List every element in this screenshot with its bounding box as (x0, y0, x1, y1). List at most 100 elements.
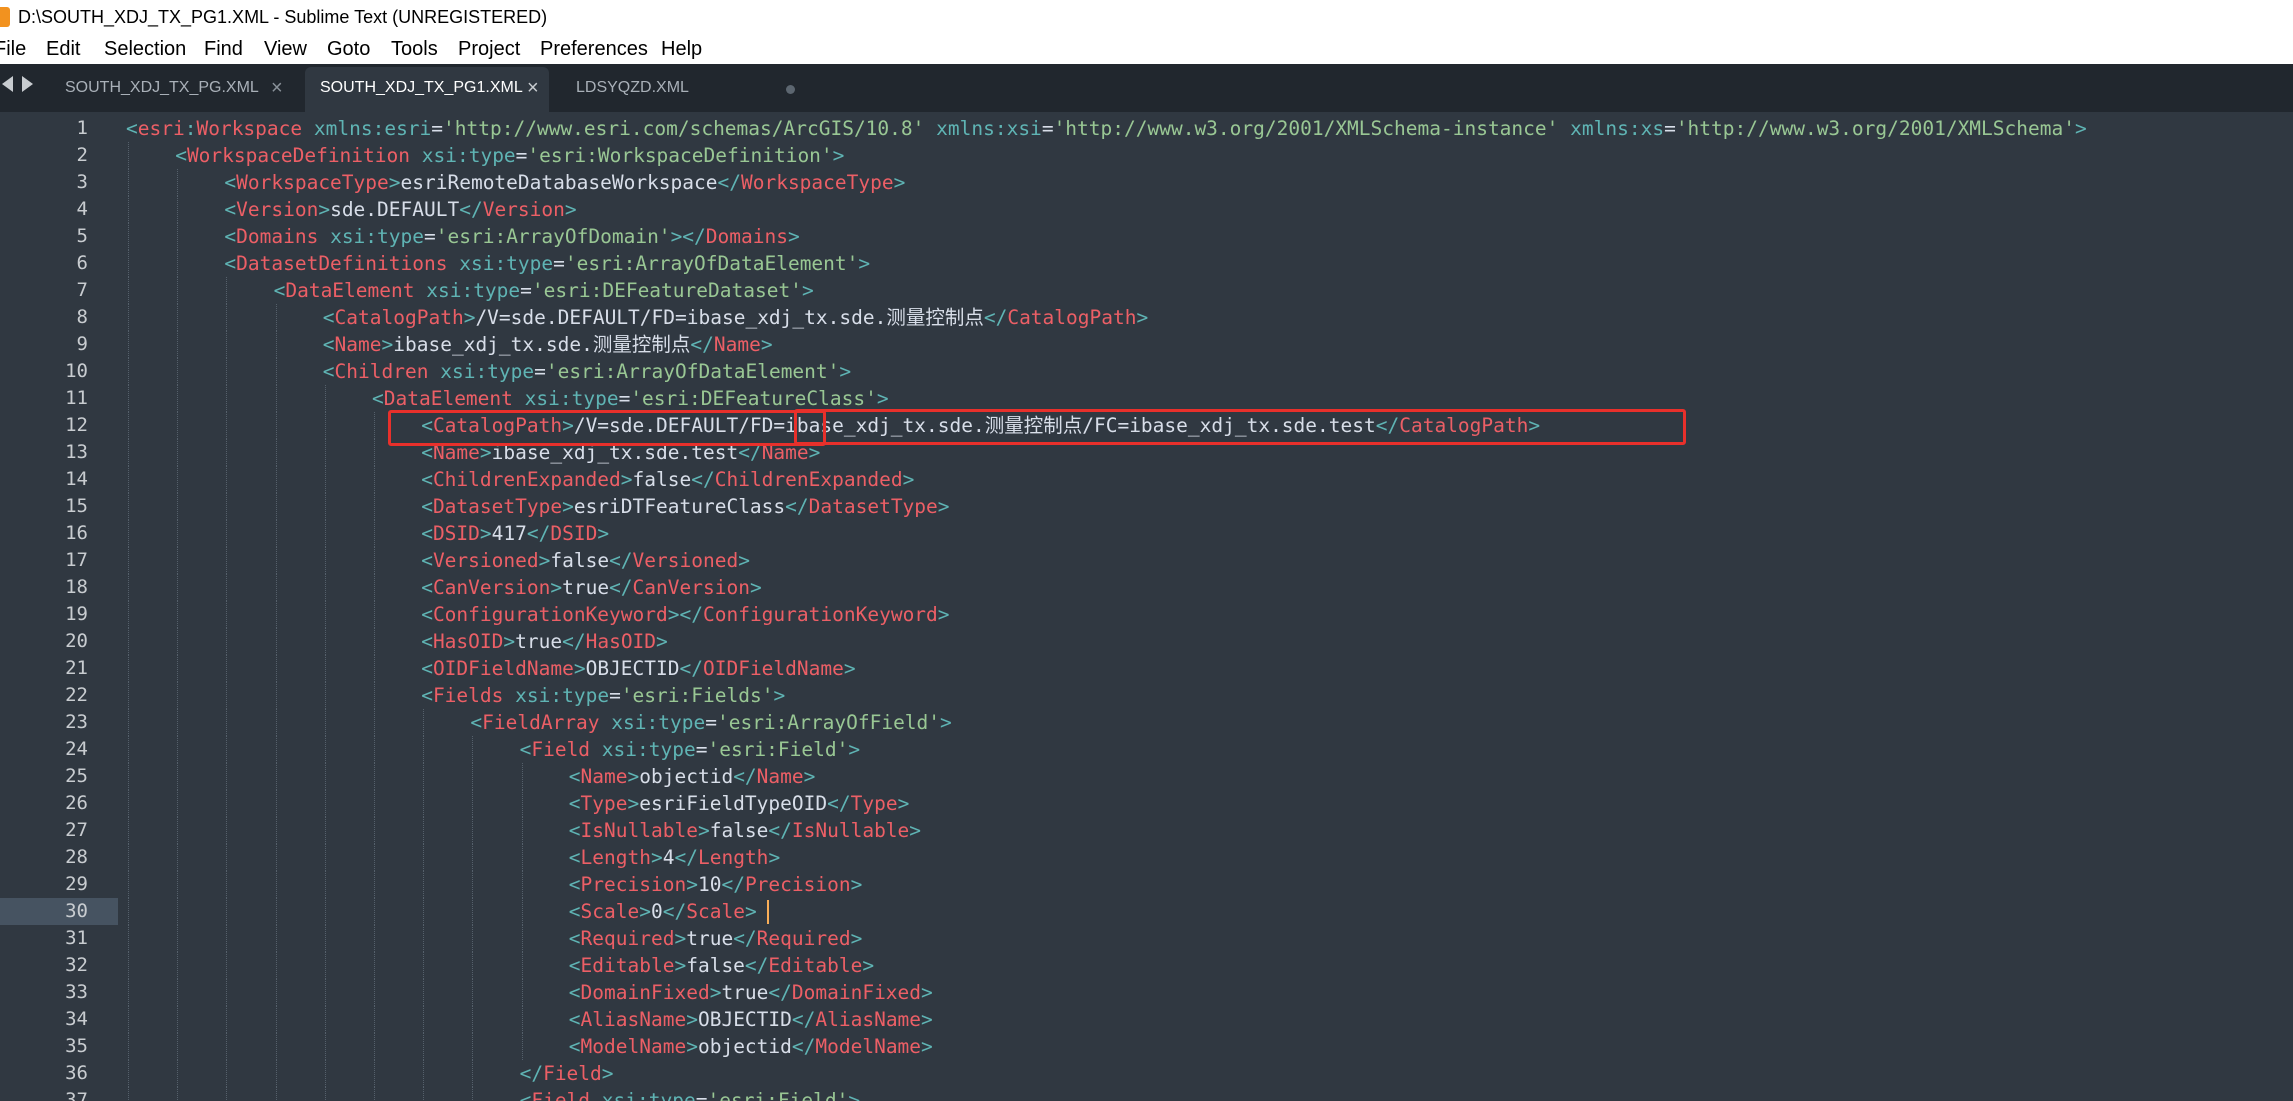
code-area[interactable]: <esri:Workspace xmlns:esri='http://www.e… (126, 112, 2293, 1101)
token-br: </ (519, 1062, 544, 1085)
code-line[interactable]: <esri:Workspace xmlns:esri='http://www.e… (126, 115, 2087, 142)
code-line[interactable]: <Domains xsi:type='esri:ArrayOfDomain'><… (224, 223, 799, 250)
unsaved-dot-icon[interactable] (786, 85, 795, 94)
token-eq: = (695, 738, 708, 761)
indent-guide (128, 952, 129, 979)
tab-south-xdj-tx-pg1[interactable]: SOUTH_XDJ_TX_PG1.XML × (305, 67, 549, 112)
menu-selection[interactable]: Selection (104, 34, 186, 64)
indent-guide (275, 1006, 277, 1033)
code-line[interactable]: <Children xsi:type='esri:ArrayOfDataElem… (323, 358, 851, 385)
menu-tools[interactable]: Tools (391, 34, 438, 64)
menu-help[interactable]: Help (661, 34, 702, 64)
line-number-text: 25 (65, 765, 88, 787)
menu-preferences[interactable]: Preferences (540, 34, 648, 64)
code-line[interactable]: <Type>esriFieldTypeOID</Type> (569, 790, 910, 817)
tab-south-xdj-tx-pg[interactable]: SOUTH_XDJ_TX_PG.XML × (52, 67, 288, 112)
code-line[interactable]: <FieldArray xsi:type='esri:ArrayOfField'… (470, 709, 951, 736)
token-br: < (568, 819, 581, 842)
indent-guide (226, 709, 228, 736)
code-line[interactable]: <Field xsi:type='esri:Field'> (520, 1087, 861, 1101)
code-line[interactable]: <DatasetType>esriDTFeatureClass</Dataset… (421, 493, 949, 520)
token-txt: 4 (662, 846, 675, 869)
line-number: 11 (0, 385, 88, 412)
code-line[interactable]: <DataElement xsi:type='esri:DEFeatureDat… (274, 277, 814, 304)
code-line[interactable]: <Fields xsi:type='esri:Fields'> (421, 682, 785, 709)
token-tag: Field (531, 738, 591, 761)
tab-scroll-left-icon[interactable] (2, 76, 13, 92)
menu-edit[interactable]: Edit (46, 34, 80, 64)
code-line[interactable]: <Version>sde.DEFAULT</Version> (224, 196, 576, 223)
token-br: < (568, 981, 581, 1004)
token-attr: xsi:type (601, 1089, 696, 1101)
token-br: > (573, 657, 586, 680)
indent-guide (472, 1033, 474, 1060)
indent-guide (226, 601, 228, 628)
code-line[interactable]: <OIDFieldName>OBJECTID</OIDFieldName> (421, 655, 855, 682)
code-line[interactable]: <WorkspaceDefinition xsi:type='esri:Work… (175, 142, 844, 169)
menu-project[interactable]: Project (458, 34, 520, 64)
code-line[interactable]: <Editable>false</Editable> (569, 952, 874, 979)
token-br: > (773, 684, 786, 707)
indent-guide (275, 358, 277, 385)
line-number-text: 19 (65, 603, 88, 625)
token-br: </ (674, 846, 698, 869)
token-txt: false (686, 954, 745, 977)
tab-scroll-right-icon[interactable] (22, 76, 33, 92)
code-line[interactable]: <CanVersion>true</CanVersion> (421, 574, 762, 601)
indent-guide (374, 466, 375, 493)
indent-guide (275, 628, 277, 655)
indent-guide (324, 439, 326, 466)
indent-guide (275, 898, 277, 925)
code-line[interactable]: <Field xsi:type='esri:Field'> (520, 736, 861, 763)
token-txt: 417 (491, 522, 527, 545)
code-line[interactable]: <AliasName>OBJECTID</AliasName> (569, 1006, 933, 1033)
menu-find[interactable]: Find (204, 34, 243, 64)
menu-goto[interactable]: Goto (327, 34, 370, 64)
code-line[interactable]: <IsNullable>false</IsNullable> (569, 817, 921, 844)
editor-pane[interactable]: 1 2 3 4 5 6 7 8 9 10 11 12 13 14 15 16 17 18 19 20 21 22 23 24 2… (0, 112, 2293, 1101)
indent-guide (324, 1033, 326, 1060)
token-br: < (568, 1008, 581, 1031)
code-line[interactable]: <ModelName>objectid</ModelName> (569, 1033, 933, 1060)
code-line[interactable]: <WorkspaceType>esriRemoteDatabaseWorkspa… (224, 169, 905, 196)
indent-guide (177, 790, 179, 817)
close-icon[interactable]: × (527, 67, 539, 109)
code-line[interactable]: <HasOID>true</HasOID> (421, 628, 668, 655)
indent-guide (177, 466, 179, 493)
code-line[interactable]: <DatasetDefinitions xsi:type='esri:Array… (224, 250, 870, 277)
code-line[interactable]: <CatalogPath>/V=sde.DEFAULT/FD=ibase_xdj… (323, 304, 1148, 331)
token-br: > (801, 279, 814, 302)
code-line[interactable]: <ChildrenExpanded>false</ChildrenExpande… (421, 466, 914, 493)
code-line[interactable]: <Name>ibase_xdj_tx.sde.测量控制点</Name> (323, 331, 773, 358)
code-line[interactable]: <DataElement xsi:type='esri:DEFeatureCla… (372, 385, 889, 412)
code-line[interactable]: <Scale>0</Scale> (569, 898, 757, 925)
indent-guide (472, 871, 474, 898)
code-line[interactable]: <Length>4</Length> (569, 844, 780, 871)
code-line[interactable]: <Precision>10</Precision> (569, 871, 863, 898)
close-icon[interactable]: × (271, 67, 283, 109)
token-attr: xsi:type (440, 360, 535, 383)
code-line[interactable]: <Required>true</Required> (569, 925, 863, 952)
indent-guide (521, 763, 523, 790)
indent-guide (275, 709, 277, 736)
code-line[interactable]: <DSID>417</DSID> (421, 520, 609, 547)
menu-file[interactable]: File (0, 34, 26, 64)
code-line[interactable]: </Field> (520, 1060, 614, 1087)
token-tag: WorkspaceType (236, 171, 389, 194)
code-line[interactable]: <DomainFixed>true</DomainFixed> (569, 979, 933, 1006)
indent-guide (128, 898, 129, 925)
code-line[interactable]: <Name>objectid</Name> (569, 763, 816, 790)
tab-ldsyqzd[interactable]: LDSYQZD.XML (560, 67, 800, 112)
token-br: > (651, 846, 663, 869)
code-line[interactable]: <Versioned>false</Versioned> (421, 547, 750, 574)
menu-view[interactable]: View (264, 34, 307, 64)
indent-guide (128, 925, 129, 952)
window-title: D:\SOUTH_XDJ_TX_PG1.XML - Sublime Text (… (18, 7, 548, 27)
token-tag: HasOID (585, 630, 657, 653)
indent-guide (128, 331, 129, 358)
line-number-text: 5 (76, 225, 88, 247)
indent-guide (324, 925, 326, 952)
code-line[interactable]: <ConfigurationKeyword></ConfigurationKey… (421, 601, 949, 628)
